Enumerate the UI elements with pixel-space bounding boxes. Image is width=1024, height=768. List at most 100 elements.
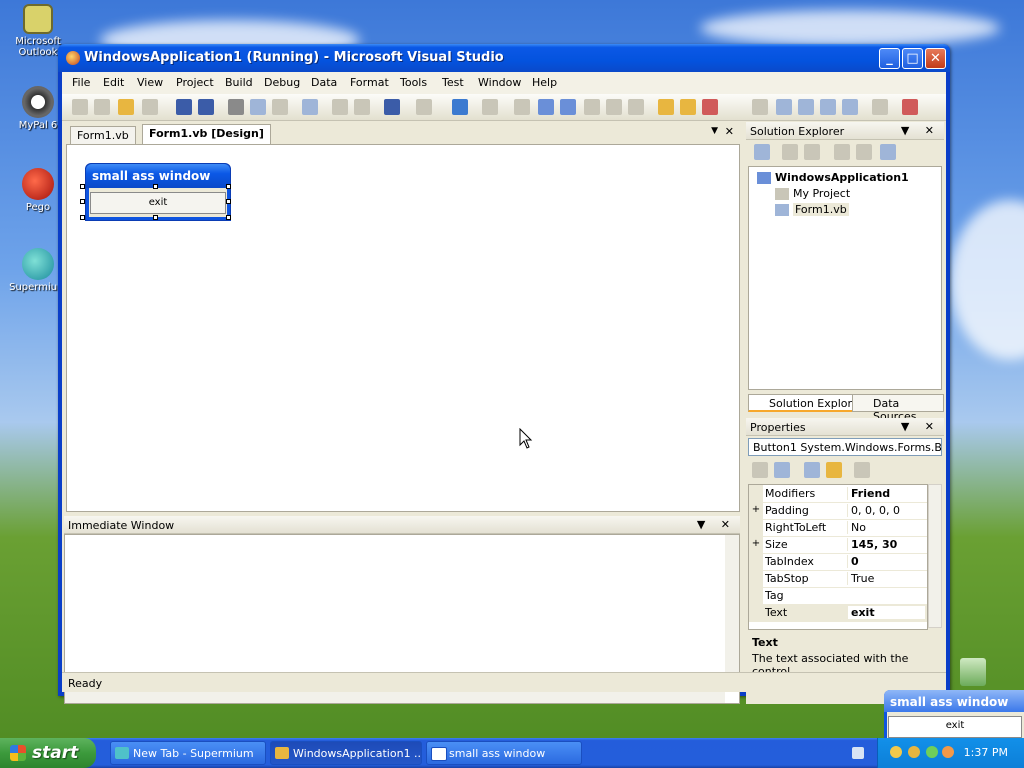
designed-form[interactable]: small ass window exit [85,163,231,221]
object-selector[interactable]: Button1 System.Windows.Forms.Bu [748,438,942,456]
tree-item-project[interactable]: WindowsApplication1 [757,171,909,184]
menu-debug[interactable]: Debug [264,76,300,89]
properties-view-icon[interactable] [804,462,820,478]
class-diagram-icon[interactable] [880,144,896,160]
taskbar-item-supermium[interactable]: New Tab - Supermium [110,741,266,765]
property-value[interactable]: Friend [847,487,925,500]
window-titlebar[interactable]: WindowsApplication1 (Running) - Microsof… [58,44,950,72]
property-row[interactable]: + Padding 0, 0, 0, 0 [749,502,927,520]
menu-help[interactable]: Help [532,76,557,89]
toolbox-icon[interactable] [842,99,858,115]
open-file-icon[interactable] [118,99,134,115]
format-icon[interactable] [798,99,814,115]
maximize-button[interactable]: □ [902,48,923,69]
property-value[interactable]: 0, 0, 0, 0 [847,504,925,517]
resize-handle[interactable] [80,184,85,189]
recycle-bin-icon[interactable] [960,658,986,686]
show-all-files-icon[interactable] [782,144,798,160]
property-value[interactable]: No [847,521,925,534]
layout-icon[interactable] [820,99,836,115]
keyboard-icon[interactable] [852,747,864,759]
tree-item-form1[interactable]: Form1.vb [775,203,849,216]
menu-file[interactable]: File [72,76,90,89]
clock[interactable]: 1:37 PM [964,746,1008,759]
copy-icon[interactable] [250,99,266,115]
property-row[interactable]: + Size 145, 30 [749,536,927,554]
uncomment-icon[interactable] [354,99,370,115]
tab-order-icon[interactable] [752,99,768,115]
save-icon[interactable] [176,99,192,115]
vertical-scrollbar[interactable] [725,535,739,689]
menu-project[interactable]: Project [176,76,214,89]
property-row[interactable]: TabIndex 0 [749,553,927,571]
events-icon[interactable] [826,462,842,478]
step-out-icon[interactable] [628,99,644,115]
solution-explorer-icon[interactable] [658,99,674,115]
properties-icon[interactable] [754,144,770,160]
find-icon[interactable] [302,99,318,115]
stop-debug-icon[interactable] [560,99,576,115]
view-code-icon[interactable] [834,144,850,160]
resize-handle[interactable] [80,199,85,204]
immediate-window-header[interactable]: Immediate Window ▼ ✕ [64,516,740,534]
properties-header[interactable]: Properties ▼ ✕ [746,418,944,436]
security-shield-icon[interactable] [908,746,920,758]
menu-test[interactable]: Test [442,76,464,89]
tray-app-icon[interactable] [890,746,902,758]
new-project-icon[interactable] [72,99,88,115]
menu-edit[interactable]: Edit [103,76,124,89]
expand-icon[interactable]: + [749,536,763,553]
tab-form1-design[interactable]: Form1.vb [Design] [142,124,271,144]
redo-icon[interactable] [416,99,432,115]
resize-handle[interactable] [153,184,158,189]
paste-icon[interactable] [272,99,288,115]
property-value[interactable]: 0 [847,555,925,568]
menu-view[interactable]: View [137,76,163,89]
step-over-icon[interactable] [606,99,622,115]
object-browser-icon[interactable] [702,99,718,115]
search-icon[interactable] [942,746,954,758]
categorized-icon[interactable] [752,462,768,478]
property-row[interactable]: Tag [749,587,927,605]
property-value[interactable]: True [847,572,925,585]
close-button[interactable]: ✕ [925,48,946,69]
pane-controls[interactable]: ▼ ✕ [697,518,736,531]
menu-format[interactable]: Format [350,76,389,89]
taskbar-item-visual-studio[interactable]: WindowsApplication1 ... [270,741,422,765]
menu-window[interactable]: Window [478,76,521,89]
menu-data[interactable]: Data [311,76,337,89]
running-form-window[interactable]: small ass window exit [884,690,1024,738]
options-icon[interactable] [902,99,918,115]
tab-solution-explorer[interactable]: Solution Explorer [748,394,869,412]
property-row[interactable]: TabStop True [749,570,927,588]
connect-icon[interactable] [872,99,888,115]
menu-tools[interactable]: Tools [400,76,427,89]
designer-canvas[interactable]: small ass window exit [66,144,740,512]
add-item-icon[interactable] [94,99,110,115]
property-value[interactable]: exit [847,606,925,619]
tab-data-sources[interactable]: Data Sources [852,394,944,423]
expand-icon[interactable] [749,553,763,570]
minimize-button[interactable]: _ [879,48,900,69]
pane-controls[interactable]: ▼ ✕ [901,124,940,137]
resize-handle[interactable] [153,215,158,220]
pane-controls[interactable]: ▼ ✕ [901,420,940,433]
align-icon[interactable] [776,99,792,115]
resize-handle[interactable] [80,215,85,220]
property-pages-icon[interactable] [854,462,870,478]
property-value[interactable]: 145, 30 [847,538,925,551]
properties-window-icon[interactable] [680,99,696,115]
start-debug-icon[interactable] [514,99,530,115]
network-icon[interactable] [926,746,938,758]
comment-icon[interactable] [332,99,348,115]
expand-icon[interactable]: + [749,502,763,519]
expand-icon[interactable] [749,604,763,621]
expand-icon[interactable] [749,570,763,587]
resize-handle[interactable] [226,199,231,204]
tree-item-my-project[interactable]: My Project [775,187,850,200]
expand-icon[interactable] [749,587,763,604]
designed-exit-button[interactable]: exit [90,192,226,214]
tab-form1-vb[interactable]: Form1.vb [70,126,136,144]
undo-icon[interactable] [384,99,400,115]
cut-icon[interactable] [228,99,244,115]
